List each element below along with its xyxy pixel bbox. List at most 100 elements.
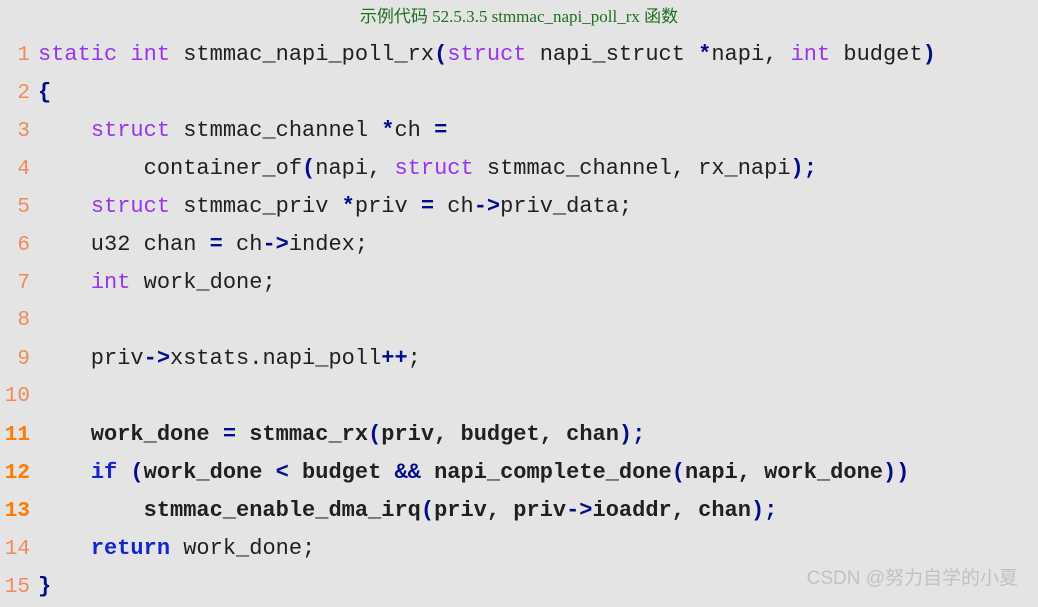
code-token: priv (38, 346, 144, 371)
line-content: priv->xstats.napi_poll++; (38, 340, 1038, 378)
code-token: struct (447, 42, 527, 67)
code-token: napi, (711, 42, 791, 67)
line-number: 10 (4, 385, 30, 408)
code-line: 7 int work_done; (0, 264, 1038, 302)
code-token: priv, budget, chan (381, 422, 619, 447)
code-token: { (38, 80, 52, 105)
line-content: stmmac_enable_dma_irq(priv, priv->ioaddr… (38, 492, 1038, 530)
code-token: ); (750, 498, 778, 523)
code-line: 8 (0, 302, 1038, 340)
code-token: work_done (38, 422, 223, 447)
line-content: { (38, 74, 1038, 112)
code-token: container_of (38, 156, 303, 181)
code-token: -> (566, 498, 593, 523)
code-token: stmmac_channel (170, 118, 382, 143)
line-number: 9 (17, 348, 30, 371)
code-token: ( (420, 498, 435, 523)
line-content: struct stmmac_priv *priv = ch->priv_data… (38, 188, 1038, 226)
code-token: * (341, 194, 355, 219)
line-number: 2 (17, 82, 30, 105)
code-token: && (394, 460, 421, 485)
code-token: stmmac_rx (236, 422, 369, 447)
code-token: priv_data; (500, 194, 633, 219)
code-token: budget (288, 460, 395, 485)
code-token: priv (354, 194, 421, 219)
line-number: 13 (4, 500, 30, 523)
figure-caption: 示例代码 52.5.3.5 stmmac_napi_poll_rx 函数 (359, 7, 679, 26)
code-token: ( (302, 156, 316, 181)
code-line: 10 (0, 378, 1038, 416)
code-token: = (209, 232, 223, 257)
code-line: 1 static int stmmac_napi_poll_rx(struct n… (0, 36, 1038, 74)
code-token: napi_complete_done (420, 460, 672, 485)
code-token: < (275, 460, 289, 485)
code-token: napi_struct (526, 42, 699, 67)
code-token: ( (434, 42, 448, 67)
code-token: * (381, 118, 395, 143)
code-token: * (698, 42, 712, 67)
code-token: = (434, 118, 448, 143)
code-token: stmmac_channel, rx_napi (473, 156, 791, 181)
code-token: struct (394, 156, 474, 181)
code-token: int (130, 42, 171, 67)
code-token: stmmac_enable_dma_irq (38, 498, 421, 523)
code-token: -> (262, 232, 289, 257)
code-token: stmmac_priv (170, 194, 342, 219)
code-token: int (790, 42, 831, 67)
code-block: 1 static int stmmac_napi_poll_rx(struct n… (0, 36, 1038, 606)
code-line: 13 stmmac_enable_dma_irq(priv, priv->ioa… (0, 492, 1038, 530)
code-token: ch (222, 232, 263, 257)
code-token: ) (922, 42, 936, 67)
code-token: ); (618, 422, 646, 447)
code-token: ( (671, 460, 685, 485)
code-line: 2{ (0, 74, 1038, 112)
code-line: 3 struct stmmac_channel *ch = (0, 112, 1038, 150)
code-token: priv, priv (434, 498, 567, 523)
code-line: 4 container_of(napi, struct stmmac_chann… (0, 150, 1038, 188)
code-line: 12 if (work_done < budget && napi_comple… (0, 454, 1038, 492)
code-token: = (222, 422, 237, 447)
code-token: struct (90, 194, 171, 219)
code-token: xstats.napi_poll (170, 346, 382, 371)
code-token: -> (143, 346, 171, 371)
line-number: 6 (17, 234, 30, 257)
line-number: 5 (17, 196, 30, 219)
line-content: if (work_done < budget && napi_complete_… (38, 454, 1038, 492)
line-content: static int stmmac_napi_poll_rx(struct na… (38, 36, 1038, 74)
line-content: int work_done; (38, 264, 1038, 302)
line-number: 11 (4, 424, 30, 447)
code-token: napi, (315, 156, 395, 181)
code-token: work_done; (130, 270, 276, 295)
code-figure: 示例代码 52.5.3.5 stmmac_napi_poll_rx 函数 1 st… (0, 0, 1038, 599)
code-token: static (38, 42, 118, 67)
line-number: 12 (4, 462, 30, 485)
code-token: ); (790, 156, 817, 181)
code-token: = (420, 194, 435, 219)
code-token: u32 chan (38, 232, 210, 257)
code-token: index; (288, 232, 369, 257)
line-number: 7 (17, 272, 30, 295)
code-token: stmmac_napi_poll_rx (170, 42, 435, 67)
line-content: u32 chan = ch->index; (38, 226, 1038, 264)
line-number: 1 (17, 44, 30, 67)
line-content: container_of(napi, struct stmmac_channel… (38, 150, 1038, 188)
code-token: ch (434, 194, 474, 219)
code-line: 5 struct stmmac_priv *priv = ch->priv_da… (0, 188, 1038, 226)
code-token: ; (407, 346, 421, 371)
line-number: 14 (4, 538, 30, 561)
line-number: 8 (17, 309, 30, 332)
code-line: 11 work_done = stmmac_rx(priv, budget, c… (0, 416, 1038, 454)
code-token: int (90, 270, 131, 295)
code-token: ++ (381, 346, 408, 371)
code-token: ioaddr, chan (592, 498, 751, 523)
line-number: 3 (17, 120, 30, 143)
line-number: 15 (4, 576, 30, 599)
code-token: budget (830, 42, 923, 67)
code-token: )) (882, 460, 910, 485)
